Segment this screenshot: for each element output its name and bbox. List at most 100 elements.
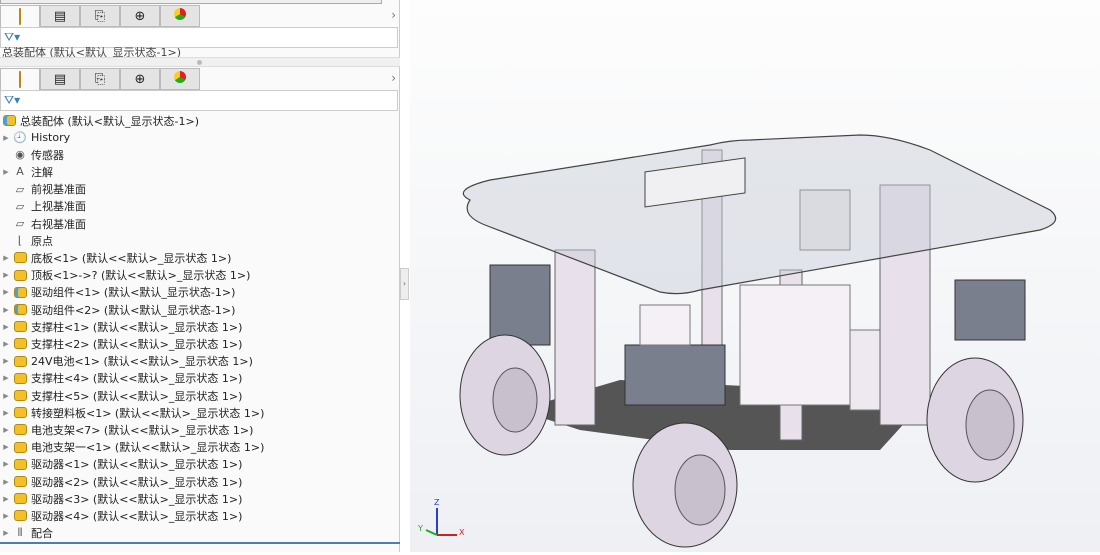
tree-item[interactable]: ▶ 支撑柱<5> (默认<<默认>_显示状态 1>): [0, 387, 242, 404]
dimxpert-icon: ⊕: [134, 71, 146, 87]
tab-property-manager[interactable]: ▤: [40, 68, 80, 90]
tree-item[interactable]: ▶ 电池支架<7> (默认<<默认>_显示状态 1>): [0, 421, 253, 438]
cart-model: [459, 134, 1057, 548]
expand-arrow-icon[interactable]: ▶: [0, 374, 12, 382]
tree-root[interactable]: 总装配体 (默认<默认_显示状态-1>): [1, 112, 199, 129]
tab-configuration-manager[interactable]: ⎘: [80, 5, 120, 27]
expand-arrow-icon[interactable]: ▶: [0, 443, 12, 451]
expand-arrow-icon[interactable]: ▶: [0, 134, 12, 142]
expand-arrow-icon[interactable]: ▶: [0, 340, 12, 348]
tree-item[interactable]: ▶ A 注解: [0, 163, 53, 180]
expand-arrow-icon[interactable]: ▶: [0, 254, 12, 262]
tree-item-label: 注解: [31, 165, 53, 179]
panel-expand-chevron-icon[interactable]: ›: [391, 8, 396, 22]
panel-expand-chevron-icon[interactable]: ›: [391, 71, 396, 85]
tree-item[interactable]: ▶ 支撑柱<1> (默认<<默认>_显示状态 1>): [0, 318, 242, 335]
tree-item-label: History: [31, 131, 71, 144]
tree-item[interactable]: ▶ 24V电池<1> (默认<<默认>_显示状态 1>): [0, 353, 253, 370]
tree-item[interactable]: ▶ 驱动器<2> (默认<<默认>_显示状态 1>): [0, 473, 242, 490]
expand-arrow-icon[interactable]: ▶: [0, 271, 12, 279]
tree-item[interactable]: ▶ 驱动器<4> (默认<<默认>_显示状态 1>): [0, 507, 242, 524]
expand-arrow-icon[interactable]: ▶: [0, 392, 12, 400]
part-icon: [12, 492, 28, 506]
view-triad: Z X Y: [412, 498, 472, 545]
support-column: [554, 249, 596, 426]
part-icon: [12, 251, 28, 265]
display-manager-icon: [174, 8, 186, 24]
top-toolbar-strip: [0, 0, 382, 4]
subassembly-icon: [12, 303, 28, 317]
tree-item[interactable]: ▶ 驱动组件<2> (默认<默认_显示状态-1>): [0, 301, 235, 318]
tab-display-manager[interactable]: [160, 68, 200, 90]
expand-arrow-icon[interactable]: ▶: [0, 323, 12, 331]
expand-arrow-icon[interactable]: ▶: [0, 495, 12, 503]
battery: [739, 284, 851, 406]
panel-collapse-handle[interactable]: ›: [400, 268, 409, 300]
expand-arrow-icon[interactable]: ▶: [0, 478, 12, 486]
tree-item-label: 驱动器<2> (默认<<默认>_显示状态 1>): [31, 475, 243, 489]
tree-item-label: 驱动器<4> (默认<<默认>_显示状态 1>): [31, 509, 243, 523]
tree-item-label: 支撑柱<1> (默认<<默认>_显示状态 1>): [31, 320, 243, 334]
tree-item[interactable]: ◉ 传感器: [0, 146, 64, 163]
filter-box-top[interactable]: ⛛▾: [0, 27, 398, 48]
tree-item-label: 右视基准面: [31, 217, 86, 231]
feature-manager-icon: [19, 8, 21, 25]
expand-arrow-icon[interactable]: ▶: [0, 529, 12, 537]
tree-item[interactable]: ▶ 支撑柱<4> (默认<<默认>_显示状态 1>): [0, 370, 242, 387]
part-icon: [12, 337, 28, 351]
expand-arrow-icon[interactable]: ▶: [0, 306, 12, 314]
part-icon: [12, 440, 28, 454]
tree-item[interactable]: ▱ 前视基准面: [0, 181, 86, 198]
tree-item[interactable]: ▶ 底板<1> (默认<<默认>_显示状态 1>): [0, 249, 231, 266]
tab-property-manager[interactable]: ▤: [40, 5, 80, 27]
tree-item[interactable]: ▶ 支撑柱<2> (默认<<默认>_显示状态 1>): [0, 335, 242, 352]
expand-arrow-icon[interactable]: ▶: [0, 426, 12, 434]
tree-item-label: 上视基准面: [31, 200, 86, 214]
tree-item-label: 支撑柱<4> (默认<<默认>_显示状态 1>): [31, 372, 243, 386]
tree-item[interactable]: ▶ 🕘 History: [0, 129, 70, 146]
tree-item[interactable]: ▶ ⫴ 配合: [0, 525, 53, 542]
part-icon: [12, 475, 28, 489]
tree-item[interactable]: ▶ 转接塑料板<1> (默认<<默认>_显示状态 1>): [0, 404, 264, 421]
tree-item[interactable]: ▶ 驱动器<1> (默认<<默认>_显示状态 1>): [0, 456, 242, 473]
tree-item[interactable]: ▶ 驱动组件<1> (默认<默认_显示状态-1>): [0, 284, 235, 301]
part-icon: [12, 320, 28, 334]
driver: [639, 304, 691, 346]
configuration-manager-icon: ⎘: [94, 8, 106, 24]
expand-arrow-icon[interactable]: ▶: [0, 512, 12, 520]
tab-feature-manager[interactable]: [0, 68, 40, 90]
tab-dimxpert[interactable]: ⊕: [120, 5, 160, 27]
panel-splitter[interactable]: [0, 57, 400, 67]
expand-arrow-icon[interactable]: ▶: [0, 168, 12, 176]
motor: [954, 279, 1026, 341]
tab-display-manager[interactable]: [160, 5, 200, 27]
expand-arrow-icon[interactable]: ▶: [0, 357, 12, 365]
tree-item[interactable]: ▱ 右视基准面: [0, 215, 86, 232]
feature-manager-icon: [19, 71, 21, 88]
tab-configuration-manager[interactable]: ⎘: [80, 68, 120, 90]
tree-item-label: 24V电池<1> (默认<<默认>_显示状态 1>): [31, 355, 253, 369]
tree-item[interactable]: ▶ 驱动器<3> (默认<<默认>_显示状态 1>): [0, 490, 242, 507]
expand-arrow-icon[interactable]: ▶: [0, 460, 12, 468]
tree-item[interactable]: ▶ 顶板<1>->? (默认<<默认>_显示状态 1>): [0, 267, 250, 284]
part-icon: [12, 268, 28, 282]
tree-item-label: 驱动组件<2> (默认<默认_显示状态-1>): [31, 303, 236, 317]
tree-item-label: 驱动组件<1> (默认<默认_显示状态-1>): [31, 286, 236, 300]
y-axis-label: Y: [418, 524, 423, 533]
tree-item-label: 配合: [31, 527, 53, 541]
tree-item[interactable]: ▱ 上视基准面: [0, 198, 86, 215]
tree-item-label: 驱动器<1> (默认<<默认>_显示状态 1>): [31, 458, 243, 472]
filter-box[interactable]: ⛛▾: [0, 90, 398, 111]
tree-item-label: 传感器: [31, 148, 64, 162]
tree-item-label: 原点: [31, 234, 53, 248]
subassembly-icon: [12, 285, 28, 299]
tree-item[interactable]: ▶ 电池支架一<1> (默认<<默认>_显示状态 1>): [0, 439, 264, 456]
expand-arrow-icon[interactable]: ▶: [0, 288, 12, 296]
tab-feature-manager[interactable]: [0, 5, 40, 27]
tree-item[interactable]: ⌊ 原点: [0, 232, 53, 249]
expand-arrow-icon[interactable]: ▶: [0, 409, 12, 417]
tab-dimxpert[interactable]: ⊕: [120, 68, 160, 90]
panel-tabs: ▤ ⎘ ⊕ ›: [0, 68, 400, 90]
graphics-viewport[interactable]: Z X Y: [410, 0, 1100, 552]
mates-icon: ⫴: [17, 526, 23, 540]
